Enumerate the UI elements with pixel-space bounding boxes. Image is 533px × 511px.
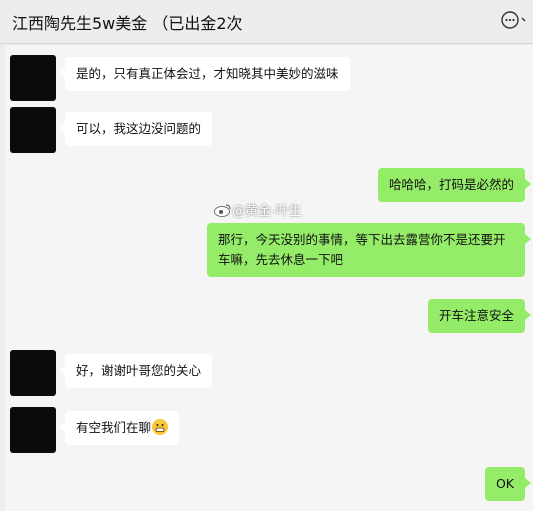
contact-avatar[interactable] [10, 350, 56, 396]
chat-title: 江西陶先生5w美金 （已出金2次 [12, 14, 243, 33]
message-text: 可以，我这边没问题的 [76, 121, 202, 136]
message-bubble-sent[interactable]: 哈哈哈，打码是必然的 [377, 168, 532, 202]
grinning-face-emoji [152, 419, 169, 435]
message-text: 开车注意安全 [438, 308, 514, 323]
message-bubble-received[interactable]: 是的，只有真正体会过，才知晓其中美妙的滋味 [59, 57, 350, 91]
watermark: @黄金-叶生 [214, 200, 302, 221]
chat-bubble-more-icon [501, 10, 527, 34]
message-text: 是的，只有真正体会过，才知晓其中美妙的滋味 [76, 66, 339, 81]
contact-avatar[interactable] [10, 407, 56, 453]
contact-avatar[interactable] [10, 107, 56, 153]
message-bubble-received[interactable]: 好，谢谢叶哥您的关心 [58, 354, 213, 388]
message-list[interactable]: 是的，只有真正体会过，才知晓其中美妙的滋味 可以，我这边没问题的 哈哈哈，打码是… [5, 45, 533, 511]
message-bubble-received[interactable]: 有空我们在聊 [58, 411, 180, 445]
contact-avatar[interactable] [10, 55, 56, 101]
message-text: 哈哈哈，打码是必然的 [388, 177, 514, 192]
message-bubble-sent[interactable]: 开车注意安全 [427, 299, 532, 333]
message-text: OK [495, 476, 514, 491]
message-text: 有空我们在聊 [76, 420, 152, 435]
message-bubble-received[interactable]: 可以，我这边没问题的 [58, 112, 213, 146]
chat-header: 江西陶先生5w美金 （已出金2次 [0, 0, 533, 44]
message-text: 好，谢谢叶哥您的关心 [76, 363, 202, 378]
weibo-logo-icon [214, 203, 232, 221]
watermark-text: @黄金-叶生 [232, 204, 302, 219]
message-bubble-sent[interactable]: OK [484, 467, 532, 501]
message-bubble-sent[interactable]: 那行，今天没别的事情，等下出去露营你不是还要开车嘛，先去休息一下吧 [207, 223, 531, 277]
more-button[interactable] [501, 11, 527, 33]
message-text: 那行，今天没别的事情，等下出去露营你不是还要开车嘛，先去休息一下吧 [218, 232, 506, 267]
